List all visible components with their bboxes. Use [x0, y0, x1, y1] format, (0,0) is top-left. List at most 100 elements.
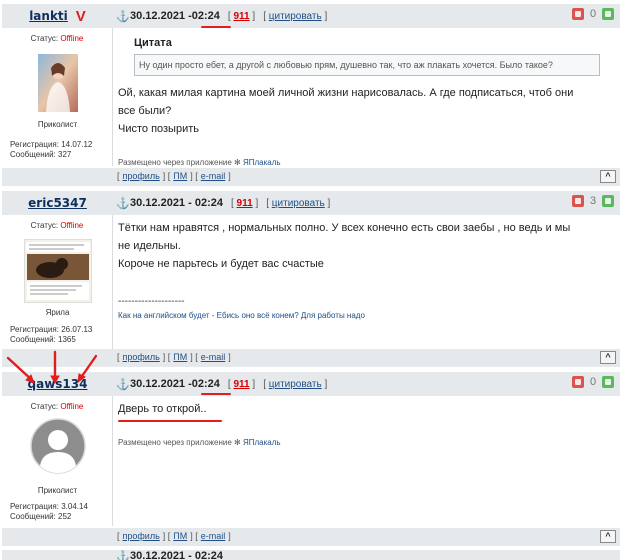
status-line: Статус: Offline	[2, 221, 112, 230]
post-line: Короче не парьтесь и будет вас счастые	[118, 258, 324, 270]
via-app: Размещено через приложение ✻ ЯПлакаль	[118, 434, 281, 452]
thumbs-down-icon[interactable]	[572, 195, 584, 207]
thumbs-up-icon[interactable]	[602, 376, 614, 388]
post-text: Ой, какая милая картина моей личной жизн…	[118, 84, 573, 138]
status-label: Статус:	[30, 221, 61, 230]
author-info: Статус: Offline Приколист Регистрация: 3…	[2, 396, 113, 526]
message-count: Сообщений: 252	[10, 512, 72, 521]
email-link[interactable]: e-mail	[201, 352, 226, 362]
quote-link-wrap: [ цитировать ]	[266, 197, 331, 209]
profile-link[interactable]: профиль	[123, 352, 160, 362]
registration-date: Регистрация: 14.07.12	[10, 140, 93, 149]
post-body: Тётки нам нравятся , нормальных полно. У…	[116, 219, 620, 349]
time-underline	[201, 393, 231, 395]
vote-box: 0	[572, 8, 614, 20]
status-label: Статус:	[30, 402, 61, 411]
forum-page: lankti V ⚓ 30.12.2021 - 02:24 [ 911 ] [ …	[0, 0, 622, 560]
message-count: Сообщений: 1365	[10, 335, 76, 344]
post-time: 02:24	[191, 378, 220, 390]
user-registration: Регистрация: 26.07.13 Сообщений: 1365	[10, 325, 92, 345]
post-meta: ⚓ 30.12.2021 - 02:24 [ 911 ] [ цитироват…	[116, 372, 620, 396]
anchor-icon[interactable]: ⚓	[116, 378, 130, 391]
post-line: Тётки нам нравятся , нормальных полно. У…	[118, 222, 571, 234]
user-rank: Ярила	[45, 308, 70, 317]
footer-links: [профиль] [ПМ] [e-mail]	[117, 352, 231, 362]
post-meta: ⚓ 30.12.2021 - 02:24 [ 911 ] [ цитироват…	[116, 191, 620, 215]
email-link[interactable]: e-mail	[201, 171, 226, 181]
post-date: 30.12.2021 -	[130, 378, 192, 390]
thumbs-down-icon[interactable]	[572, 8, 584, 20]
post-header: lankti V ⚓ 30.12.2021 - 02:24 [ 911 ] [ …	[2, 4, 620, 28]
vote-box: 0	[572, 376, 614, 388]
vote-count: 0	[589, 376, 597, 388]
avatar[interactable]	[30, 418, 86, 474]
pm-link[interactable]: ПМ	[173, 352, 187, 362]
avatar[interactable]	[38, 54, 78, 112]
anchor-icon[interactable]: ⚓	[116, 197, 130, 210]
pm-link[interactable]: ПМ	[173, 171, 187, 181]
thumbs-up-icon[interactable]	[602, 8, 614, 20]
scroll-top-button[interactable]: ^	[600, 170, 616, 183]
post-footer: [профиль] [ПМ] [e-mail] ^	[2, 528, 620, 546]
quote-link[interactable]: цитировать	[269, 11, 322, 22]
post-text: Тётки нам нравятся , нормальных полно. У…	[118, 219, 570, 273]
quote-block: Цитата Ну один просто ебет, а другой с л…	[134, 34, 600, 76]
post-line: Дверь то открой..	[118, 403, 207, 415]
thumbs-up-icon[interactable]	[602, 195, 614, 207]
status-line: Статус: Offline	[2, 34, 112, 43]
via-label: Размещено через приложение	[118, 158, 235, 167]
vote-count: 0	[589, 8, 597, 20]
next-post-header: ⚓ 30.12.2021 - 02:24	[2, 550, 620, 560]
user-rank: Приколист	[37, 120, 78, 129]
post-header: eric5347 ⚓ 30.12.2021 - 02:24 [ 911 ] [ …	[2, 191, 620, 215]
username-link[interactable]: eric5347	[28, 196, 87, 210]
post-2: eric5347 ⚓ 30.12.2021 - 02:24 [ 911 ] [ …	[2, 191, 620, 367]
post-line: Ой, какая милая картина моей личной жизн…	[118, 87, 574, 99]
post-date: 30.12.2021 - 02:24	[130, 550, 223, 560]
author-cell: lankti V	[2, 4, 113, 28]
profile-link[interactable]: профиль	[123, 171, 160, 181]
post-number-link[interactable]: 911	[237, 198, 253, 209]
footer-links: [профиль] [ПМ] [e-mail]	[117, 531, 231, 541]
scroll-top-button[interactable]: ^	[600, 351, 616, 364]
status-value: Offline	[60, 402, 84, 411]
pm-link[interactable]: ПМ	[173, 531, 187, 541]
footer-links: [профиль] [ПМ] [e-mail]	[117, 171, 231, 181]
anchor-icon[interactable]: ⚓	[116, 10, 130, 23]
signature: Как на английском будет - Ебись оно всё …	[118, 311, 365, 320]
user-rank: Приколист	[37, 486, 78, 495]
post-line: все были?	[118, 105, 172, 117]
avatar[interactable]	[23, 238, 93, 304]
quote-title: Цитата	[134, 37, 172, 49]
anchor-icon[interactable]: ⚓	[116, 550, 130, 560]
app-link[interactable]: ЯПлакаль	[243, 438, 281, 447]
status-value: Offline	[60, 221, 84, 230]
post-line: не идельны.	[118, 240, 181, 252]
post-date: 30.12.2021 - 02:24	[130, 197, 223, 209]
author-cell: eric5347	[2, 191, 113, 215]
email-link[interactable]: e-mail	[201, 531, 226, 541]
post-1: lankti V ⚓ 30.12.2021 - 02:24 [ 911 ] [ …	[2, 4, 620, 186]
post-meta: ⚓ 30.12.2021 - 02:24 [ 911 ] [ цитироват…	[116, 4, 620, 28]
profile-link[interactable]: профиль	[123, 531, 160, 541]
author-info: Статус: Offline Ярила Регистрация: 26.07…	[2, 215, 113, 349]
vote-count: 3	[589, 195, 597, 207]
post-body: Цитата Ну один просто ебет, а другой с л…	[116, 34, 620, 167]
thumbs-down-icon[interactable]	[572, 376, 584, 388]
time-underline	[201, 26, 231, 28]
status-line: Статус: Offline	[2, 402, 112, 411]
quote-link[interactable]: цитировать	[269, 379, 322, 390]
post-meta: ⚓ 30.12.2021 - 02:24	[116, 550, 620, 560]
username-link[interactable]: lankti	[29, 9, 68, 23]
post-number-link[interactable]: 911	[233, 11, 249, 22]
quote-link[interactable]: цитировать	[272, 198, 325, 209]
v-annotation: V	[75, 7, 86, 25]
post-number-link[interactable]: 911	[233, 379, 249, 390]
app-link[interactable]: ЯПлакаль	[243, 158, 281, 167]
registration-date: Регистрация: 3.04.14	[10, 502, 88, 511]
scroll-top-button[interactable]: ^	[600, 530, 616, 543]
post-time: 02:24	[191, 10, 220, 22]
app-icon: ✻	[234, 158, 243, 167]
user-registration: Регистрация: 3.04.14 Сообщений: 252	[10, 502, 88, 522]
post-number-wrap: [ 911 ]	[227, 10, 256, 22]
